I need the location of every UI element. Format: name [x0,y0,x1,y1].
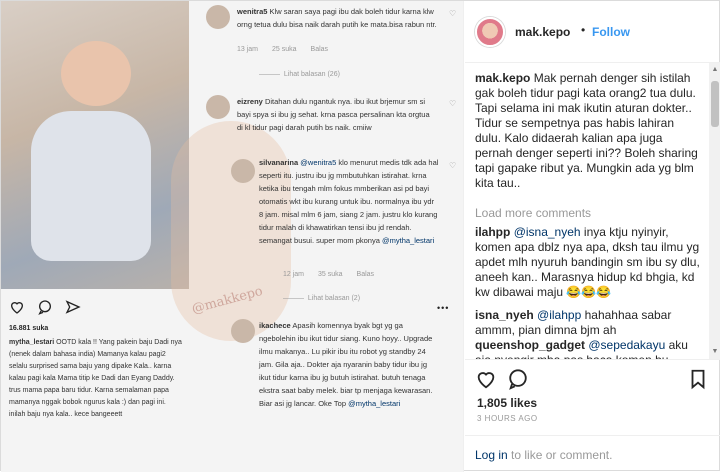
comment-bubble-icon[interactable] [507,368,529,390]
heart-icon: ♡ [449,9,457,18]
comment-reply: Balas [356,271,375,278]
username-link[interactable]: mak.kepo [515,25,570,39]
comment-time: 13 jam [237,46,259,53]
screenshot-caption-text: OOTD kala !! Yang pakein baju Dadi nya (… [9,339,182,418]
comment-reply: Balas [310,46,329,53]
post-sidebar: mak.kepo • Follow mak.kepo Mak pernah de… [465,1,720,472]
comment-text: Ditahan dulu ngantuk nya. ibu ikut brjem… [237,97,430,132]
see-replies: ――― Lihat balasan (2) [283,295,361,302]
comment-text: Apasih komennya byak bgt yg ga ngebolehi… [259,321,433,408]
screenshot-icon-row [9,299,81,315]
caption-username[interactable]: mak.kepo [475,71,530,85]
comment-user[interactable]: queenshop_gadget [475,338,585,352]
comment-mention[interactable]: @sepedakayu [588,338,665,352]
screenshot-comment: silvanarina @wenitra5 klo menurut medis … [259,156,439,247]
scroll-down-arrow-icon[interactable]: ▼ [711,348,719,356]
share-icon [65,300,81,314]
baby-photo [1,1,189,289]
heart-icon: ♡ [449,161,457,170]
comment-user: ikachece [259,321,291,330]
see-replies-label: Lihat balasan (2) [307,295,361,302]
screenshot-comment: eizreny Ditahan dulu ngantuk nya. ibu ik… [237,95,437,134]
avatar [231,159,255,183]
comment-mention[interactable]: @isna_nyeh [514,225,581,239]
avatar[interactable] [475,17,505,47]
scroll-up-arrow-icon[interactable]: ▲ [711,66,719,74]
post-header: mak.kepo • Follow [465,1,720,63]
comment-likes: 25 suka [272,46,297,53]
comment-mention: @mytha_lestari [382,236,435,245]
caption: mak.kepo Mak pernah denger sih istilah g… [475,71,703,191]
heart-icon [10,302,24,314]
screenshot-caption: mytha_lestari OOTD kala !! Yang pakein b… [9,337,184,421]
post-image[interactable]: @makkepo ••• 16.881 suka mytha_lestari O… [1,1,464,472]
comment-user[interactable]: ilahpp [475,225,510,239]
login-prompt: Log in to like or comment. [465,435,720,474]
scrollbar[interactable]: ▲ ▼ [709,63,720,359]
comment-icon [38,300,51,315]
comment-text: klo menurut medis tdk ada hal seperti it… [259,158,439,245]
comment-meta: 12 jam 35 suka Balas [283,271,374,278]
comment-user[interactable]: isna_nyeh [475,308,534,322]
avatar [206,95,230,119]
see-replies-label: Lihat balasan (26) [283,71,340,78]
scrollbar-thumb[interactable] [711,81,719,127]
avatar [231,319,255,343]
login-link[interactable]: Log in [475,448,508,462]
avatar [206,5,230,29]
login-prompt-text: to like or comment. [507,448,613,462]
comment-likes: 35 suka [318,271,343,278]
baby-body [31,111,151,261]
screenshot-comment: ikachece Apasih komennya byak bgt yg ga … [259,319,439,410]
screenshot-comment: wenitra5 Klw saran saya pagi ibu dak bol… [237,5,437,31]
comment-mention[interactable]: @ilahpp [537,308,581,322]
bookmark-icon[interactable] [687,368,709,390]
comment: queenshop_gadget @sepedakayu aku aja nye… [475,338,707,359]
comment-user: wenitra5 [237,7,268,16]
follow-button[interactable]: Follow [592,25,630,39]
screenshot-likes: 16.881 suka [9,325,49,332]
post-timestamp: 3 HOURS AGO [477,414,538,423]
caption-text: Mak pernah denger sih istilah gak boleh … [475,71,698,190]
instagram-post: @makkepo ••• 16.881 suka mytha_lestari O… [0,0,720,472]
comment-mention: @mytha_lestari [348,399,401,408]
comment: ilahpp @isna_nyeh inya ktju nyinyir, kom… [475,225,707,300]
baby-head [61,41,131,106]
comment-mention: @wenitra5 [300,158,337,167]
action-bar: 1,805 likes 3 HOURS AGO Log in to like o… [465,359,720,472]
load-more-comments[interactable]: Load more comments [475,206,591,220]
more-options-icon: ••• [437,303,450,313]
likes-count[interactable]: 1,805 likes [477,396,537,410]
comments-area[interactable]: mak.kepo Mak pernah denger sih istilah g… [465,63,720,359]
comment-user: silvanarina [259,158,299,167]
heart-icon: ♡ [449,99,457,108]
comment: isna_nyeh @ilahpp hahahhaa sabar ammm, p… [475,308,707,338]
like-heart-icon[interactable] [475,368,497,390]
screenshot-caption-user: mytha_lestari [9,339,55,346]
see-replies: ――― Lihat balasan (26) [259,71,340,78]
comment-text: Klw saran saya pagi ibu dak boleh tidur … [237,7,437,29]
comment-user: eizreny [237,97,263,106]
separator-dot: • [581,23,586,37]
comment-time: 12 jam [283,271,305,278]
comment-meta: 13 jam 25 suka Balas [237,46,328,53]
